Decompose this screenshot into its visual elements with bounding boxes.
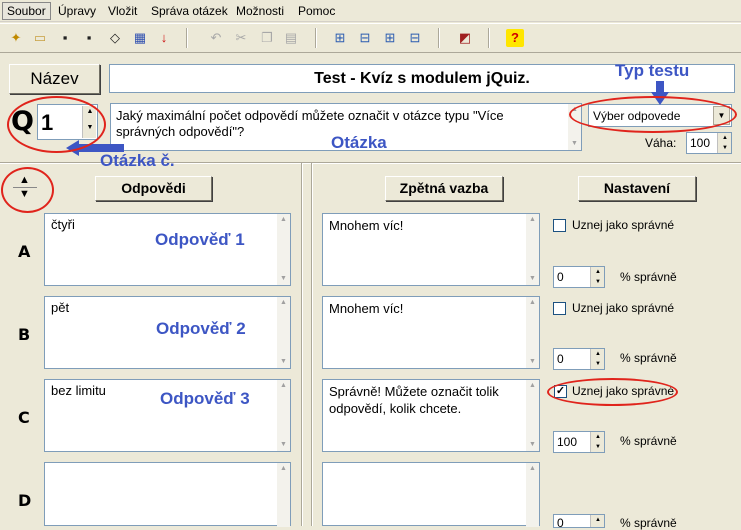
feedback-text: Mnohem víc!	[329, 218, 404, 233]
percent-value: 0	[557, 270, 564, 284]
weight-label: Váha:	[645, 136, 677, 150]
menu-vlozit[interactable]: Vložit	[104, 3, 141, 19]
chevron-up-icon[interactable]: ▲	[591, 267, 605, 277]
menu-pomoc[interactable]: Pomoc	[294, 3, 339, 19]
menu-moznosti[interactable]: Možnosti	[232, 3, 288, 19]
export-web-icon[interactable]: ⊞	[331, 29, 349, 47]
pane-divider	[312, 163, 313, 526]
percent-value: 0	[557, 516, 564, 530]
chevron-up-icon[interactable]: ▲	[591, 432, 605, 442]
percent-value: 0	[557, 352, 564, 366]
export-web4-icon[interactable]: ⊟	[406, 29, 424, 47]
weight-spinner[interactable]: 100 ▲ ▼	[686, 132, 732, 154]
cut-icon[interactable]: ✂	[232, 29, 250, 47]
grid-icon[interactable]: ▦	[131, 29, 149, 47]
annotation-answer-1: Odpověď 1	[155, 230, 245, 249]
annotation-circle-question-number	[7, 96, 106, 153]
feedback-text-field[interactable]: Mnohem víc! ▲ ▼	[322, 296, 540, 369]
percent-label: % správně	[620, 434, 677, 448]
export-web2-icon[interactable]: ⊟	[356, 29, 374, 47]
toolbar-separator	[315, 28, 317, 48]
answer-text: bez limitu	[51, 383, 106, 398]
weight-value: 100	[690, 136, 711, 150]
answer-scrollbar[interactable]: ▲ ▼	[277, 297, 290, 368]
config-icon[interactable]: ◩	[456, 29, 474, 47]
toolbar-separator	[488, 28, 490, 48]
answer-letter: D	[18, 491, 32, 510]
menu-bar: Soubor Úpravy Vložit Správa otázek Možno…	[0, 0, 741, 22]
new-file-icon[interactable]: ✦	[7, 29, 25, 47]
answer-scrollbar[interactable]: ▲	[277, 463, 290, 527]
feedback-scrollbar[interactable]: ▲ ▼	[526, 214, 539, 285]
clear-icon[interactable]: ◇	[106, 29, 124, 47]
accept-checkbox[interactable]	[553, 302, 566, 315]
feedback-header-button[interactable]: Zpětná vazba	[385, 176, 503, 201]
toolbar-separator	[186, 28, 188, 48]
chevron-down-icon[interactable]: ▼	[718, 143, 732, 153]
accept-label: Uznej jako správné	[572, 218, 675, 232]
menu-sprava-otazek[interactable]: Správa otázek	[147, 3, 232, 19]
chevron-up-icon[interactable]: ▲	[718, 133, 732, 143]
chevron-down-icon[interactable]: ▼	[591, 277, 605, 287]
undo-icon[interactable]: ↶	[207, 29, 225, 47]
feedback-text: Mnohem víc!	[329, 301, 404, 316]
toolbar: ✦ ▭ ▪ ▪ ◇ ▦ ↓ ↶ ✂ ❐ ▤ ⊞ ⊟ ⊞ ⊟ ◩ ?	[0, 23, 741, 53]
save-as-icon[interactable]: ▪	[80, 29, 98, 47]
help-icon[interactable]: ?	[506, 29, 524, 47]
annotation-answer-2: Odpověď 2	[156, 319, 246, 338]
annotation-answer-3: Odpověď 3	[160, 389, 250, 408]
chevron-down-icon[interactable]: ▼	[591, 359, 605, 369]
feedback-scrollbar[interactable]: ▲	[526, 463, 539, 527]
answers-header-button[interactable]: Odpovědi	[95, 176, 212, 201]
percent-spinner[interactable]: 0 ▲ ▼	[553, 348, 605, 370]
annotation-question: Otázka	[331, 133, 387, 152]
annotation-circle-question-type	[569, 96, 737, 133]
answer-scrollbar[interactable]: ▲ ▼	[277, 214, 290, 285]
feedback-scrollbar[interactable]: ▲ ▼	[526, 297, 539, 368]
accept-label: Uznej jako správné	[572, 301, 675, 315]
percent-spinner[interactable]: 0 ▲ ▼	[553, 266, 605, 288]
settings-header-button[interactable]: Nastavení	[578, 176, 696, 201]
percent-value: 100	[557, 435, 578, 449]
copy-icon[interactable]: ❐	[258, 29, 276, 47]
open-folder-icon[interactable]: ▭	[31, 29, 49, 47]
answer-letter: C	[18, 408, 30, 427]
annotation-circle-order-arrows	[1, 167, 54, 213]
menu-upravy[interactable]: Úpravy	[54, 3, 100, 19]
title-button[interactable]: Název	[9, 64, 100, 94]
annotation-test-type: Typ testu	[615, 61, 690, 80]
answer-letter: A	[18, 242, 31, 261]
answer-text: čtyři	[51, 217, 75, 232]
feedback-scrollbar[interactable]: ▲ ▼	[526, 380, 539, 451]
percent-label: % správně	[620, 351, 677, 365]
feedback-text: Správně! Můžete označit tolik odpovědí, …	[329, 384, 499, 416]
accept-checkbox[interactable]	[553, 219, 566, 232]
feedback-text-field[interactable]: Mnohem víc! ▲ ▼	[322, 213, 540, 286]
chevron-down-icon[interactable]: ▼	[591, 442, 605, 452]
chevron-up-icon[interactable]: ▲	[591, 515, 605, 525]
toolbar-separator	[438, 28, 440, 48]
percent-spinner[interactable]: 100 ▲ ▼	[553, 431, 605, 453]
answer-text: pět	[51, 300, 70, 315]
answer-text-field[interactable]: ▲	[44, 462, 291, 527]
chevron-up-icon[interactable]: ▲	[591, 349, 605, 359]
feedback-text-field[interactable]: ▲	[322, 462, 540, 527]
feedback-text-field[interactable]: Správně! Můžete označit tolik odpovědí, …	[322, 379, 540, 452]
percent-label: % správně	[620, 270, 677, 284]
percent-label: % správně	[620, 516, 677, 530]
answer-letter: B	[18, 325, 31, 344]
paste-icon[interactable]: ▤	[282, 29, 300, 47]
menu-soubor[interactable]: Soubor	[2, 2, 51, 20]
save-icon[interactable]: ▪	[56, 29, 74, 47]
pane-divider	[302, 163, 303, 526]
pane-divider	[311, 163, 312, 526]
down-arrow-icon[interactable]: ↓	[155, 29, 173, 47]
annotation-circle-accept-checkbox	[547, 378, 678, 406]
export-web3-icon[interactable]: ⊞	[381, 29, 399, 47]
answer-scrollbar[interactable]: ▲ ▼	[277, 380, 290, 451]
